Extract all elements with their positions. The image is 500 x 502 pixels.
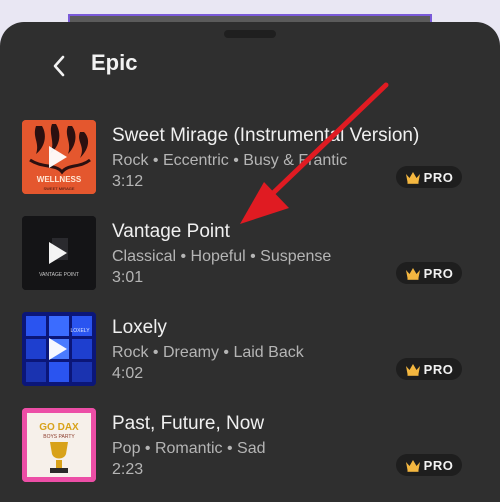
svg-text:BOYS PARTY: BOYS PARTY: [43, 434, 75, 440]
album-art-past-future-now[interactable]: GO DAX BOYS PARTY: [22, 408, 96, 482]
svg-text:WELLNESS: WELLNESS: [37, 175, 82, 184]
pro-badge: PRO: [396, 262, 462, 284]
crown-icon: [405, 363, 420, 376]
track-duration: 4:02: [112, 365, 144, 382]
track-title: Loxely: [112, 317, 167, 338]
svg-text:GO DAX: GO DAX: [39, 422, 79, 433]
crown-icon: [405, 171, 420, 184]
track-row-sweet-mirage[interactable]: WELLNESS SWEET MIRAGE Sweet Mirage (Inst…: [0, 120, 500, 204]
svg-text:VANTAGE POINT: VANTAGE POINT: [39, 272, 79, 278]
track-title: Sweet Mirage (Instrumental Version): [112, 125, 420, 146]
pro-badge: PRO: [396, 166, 462, 188]
track-row-loxely[interactable]: LOXELY Loxely Rock • Dreamy • Laid Back …: [0, 312, 500, 396]
album-art-vantage-point[interactable]: VANTAGE POINT: [22, 216, 96, 290]
track-duration: 2:23: [112, 461, 144, 478]
pro-badge: PRO: [396, 454, 462, 476]
svg-text:SWEET MIRAGE: SWEET MIRAGE: [43, 186, 74, 191]
pro-badge-label: PRO: [423, 361, 454, 377]
album-art-sweet-mirage[interactable]: WELLNESS SWEET MIRAGE: [22, 120, 96, 194]
album-art-loxely[interactable]: LOXELY: [22, 312, 96, 386]
music-picker-sheet: Epic WELLNESS SWEET MIRAGE Sweet Mirage …: [0, 22, 500, 502]
play-icon[interactable]: [49, 242, 67, 264]
drag-handle[interactable]: [224, 30, 276, 38]
play-icon[interactable]: [49, 338, 67, 360]
track-tags: Classical • Hopeful • Suspense: [112, 248, 332, 265]
svg-text:LOXELY: LOXELY: [70, 328, 90, 334]
track-tags: Pop • Romantic • Sad: [112, 440, 266, 457]
play-icon[interactable]: [49, 146, 67, 168]
track-tags: Rock • Dreamy • Laid Back: [112, 344, 304, 361]
track-duration: 3:01: [112, 269, 144, 286]
track-row-vantage-point[interactable]: VANTAGE POINT Vantage Point Classical • …: [0, 216, 500, 300]
album-art-graphic: GO DAX BOYS PARTY: [22, 408, 96, 482]
track-title: Vantage Point: [112, 221, 230, 242]
track-duration: 3:12: [112, 173, 144, 190]
pro-badge-label: PRO: [423, 457, 454, 473]
track-row-past-future-now[interactable]: GO DAX BOYS PARTY Past, Future, Now Pop …: [0, 408, 500, 492]
track-title: Past, Future, Now: [112, 413, 265, 434]
pro-badge-label: PRO: [423, 265, 454, 281]
chevron-left-icon: [53, 55, 65, 77]
pro-badge-label: PRO: [423, 169, 454, 185]
crown-icon: [405, 267, 420, 280]
crown-icon: [405, 459, 420, 472]
pro-badge: PRO: [396, 358, 462, 380]
page-title: Epic: [91, 50, 138, 75]
track-tags: Rock • Eccentric • Busy & Frantic: [112, 152, 348, 169]
back-button[interactable]: [42, 49, 76, 83]
